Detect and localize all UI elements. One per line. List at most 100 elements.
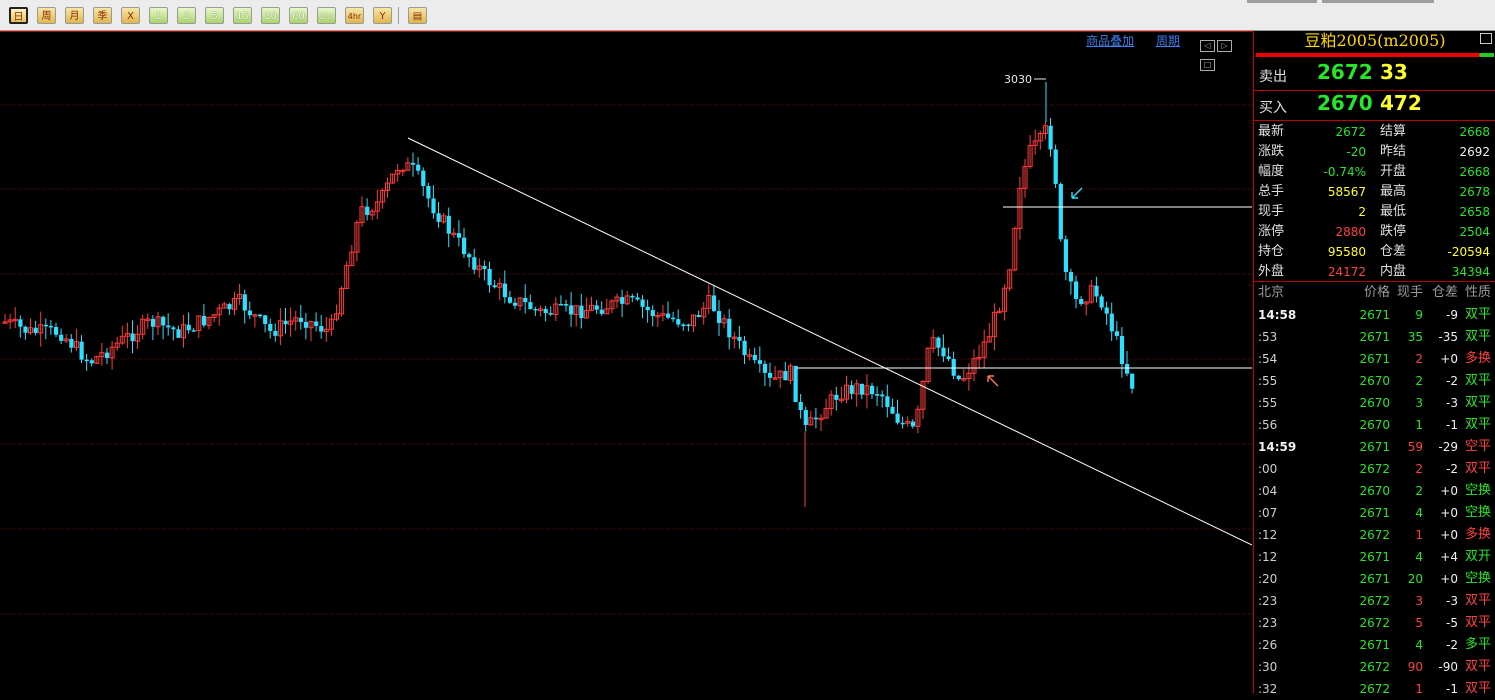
- tick-header: 北京 价格 现手 仓差 性质: [1254, 282, 1495, 304]
- scroll-left-icon[interactable]: ◁: [1200, 40, 1215, 52]
- period-link[interactable]: 周期: [1156, 34, 1180, 48]
- candle-body: [859, 383, 864, 395]
- tick-price: 2672: [1359, 528, 1390, 542]
- period-button-8[interactable]: 15: [233, 7, 252, 24]
- tick-row[interactable]: :26 2671 4 -2 多平: [1254, 634, 1495, 656]
- tick-time: :20: [1258, 572, 1278, 586]
- candle-body: [69, 338, 74, 348]
- candle-body: [314, 321, 319, 326]
- candle-body: [482, 265, 487, 269]
- candle-body: [502, 283, 507, 298]
- tick-row[interactable]: :56 2670 1 -1 双平: [1254, 414, 1495, 436]
- period-button-7[interactable]: 5: [205, 7, 224, 24]
- stat-value: 24172: [1327, 265, 1366, 279]
- period-button-13[interactable]: Y: [373, 7, 392, 24]
- candle-body: [630, 295, 635, 298]
- candlestick-chart[interactable]: 3030 商品叠加 周期 ◁ ▷□: [0, 31, 1252, 694]
- maximize-icon[interactable]: □: [1200, 59, 1215, 71]
- tick-time: :12: [1258, 550, 1278, 564]
- tick-row[interactable]: :04 2670 2 +0 空换: [1254, 480, 1495, 502]
- tick-row[interactable]: :20 2671 20 +0 空换: [1254, 568, 1495, 590]
- tick-time: :54: [1258, 352, 1278, 366]
- tick-row[interactable]: :23 2672 5 -5 双平: [1254, 612, 1495, 634]
- period-button-4[interactable]: X: [121, 7, 140, 24]
- tick-row[interactable]: :07 2671 4 +0 空换: [1254, 502, 1495, 524]
- candle-body: [472, 257, 477, 270]
- tick-row[interactable]: :55 2670 3 -3 双平: [1254, 392, 1495, 414]
- tick-type: 双平: [1464, 307, 1491, 322]
- candle-body: [426, 185, 431, 199]
- tick-type: 空平: [1464, 439, 1491, 454]
- chart-settings-button[interactable]: ▤: [408, 7, 427, 24]
- tick-time: :30: [1258, 660, 1278, 674]
- candle-body: [900, 422, 905, 425]
- stat-label: 仓差: [1380, 244, 1407, 259]
- tick-row[interactable]: :55 2670 2 -2 双平: [1254, 370, 1495, 392]
- candle-body: [1068, 272, 1074, 282]
- period-button-0[interactable]: 日: [9, 7, 28, 24]
- candle-body: [446, 215, 451, 234]
- candle-body: [620, 297, 625, 304]
- tick-price: 2670: [1359, 374, 1390, 388]
- tick-time: :00: [1258, 462, 1278, 476]
- candle-body: [303, 321, 309, 328]
- candle-body: [834, 394, 839, 400]
- candle-body: [298, 317, 303, 322]
- chart-settings-icon: ▤: [412, 11, 423, 22]
- tick-row[interactable]: :30 2672 90 -90 双平: [1254, 656, 1495, 678]
- period-button-11[interactable]: 2hr: [317, 7, 336, 24]
- stat-row: 仓差 -20594: [1380, 242, 1490, 262]
- candle-body: [594, 305, 599, 310]
- tick-time: :26: [1258, 638, 1278, 652]
- period-button-5[interactable]: 1: [149, 7, 168, 24]
- tick-row[interactable]: :23 2672 3 -3 双平: [1254, 590, 1495, 612]
- tick-row[interactable]: 14:59 2671 59 -29 空平: [1254, 436, 1495, 458]
- period-button-3[interactable]: 季: [93, 7, 112, 24]
- tick-price: 2672: [1359, 462, 1390, 476]
- stat-row: 最低 2658: [1380, 202, 1490, 222]
- tick-row[interactable]: :53 2671 35 -35 双平: [1254, 326, 1495, 348]
- scroll-right-icon[interactable]: ▷: [1217, 40, 1232, 52]
- candle-body: [431, 198, 436, 214]
- period-button-10[interactable]: 60: [289, 7, 308, 24]
- tick-oi-change: -3: [1446, 396, 1458, 410]
- tick-price: 2671: [1359, 308, 1390, 322]
- candle-body: [742, 340, 747, 356]
- period-button-12[interactable]: 4hr: [345, 7, 364, 24]
- stat-label: 最高: [1380, 184, 1407, 199]
- stat-value: 2: [1358, 205, 1366, 219]
- stat-label: 总手: [1258, 184, 1285, 199]
- bid-label: 买入: [1259, 100, 1287, 116]
- tick-volume: 2: [1415, 462, 1423, 476]
- tick-row[interactable]: :54 2671 2 +0 多换: [1254, 348, 1495, 370]
- tick-volume: 1: [1415, 682, 1423, 696]
- stat-row: 涨跌 -20: [1258, 142, 1366, 162]
- stat-value: 2880: [1335, 225, 1366, 239]
- overlay-link[interactable]: 商品叠加: [1086, 34, 1134, 48]
- candle-body: [487, 268, 492, 286]
- candle-body: [798, 401, 803, 411]
- tick-row[interactable]: :12 2671 4 +4 双开: [1254, 546, 1495, 568]
- tick-row[interactable]: :00 2672 2 -2 双平: [1254, 458, 1495, 480]
- tick-volume: 3: [1415, 594, 1423, 608]
- tick-price: 2671: [1359, 550, 1390, 564]
- candle-body: [513, 302, 518, 306]
- candlestick-canvas[interactable]: 3030: [0, 32, 1252, 694]
- candle-body: [227, 304, 232, 310]
- tick-row[interactable]: :12 2672 1 +0 多换: [1254, 524, 1495, 546]
- period-button-2[interactable]: 月: [65, 7, 84, 24]
- period-button-6[interactable]: 3: [177, 7, 196, 24]
- stat-label: 外盘: [1258, 264, 1285, 279]
- tick-type: 空换: [1464, 483, 1491, 498]
- tick-oi-change: +0: [1440, 484, 1458, 498]
- period-button-1[interactable]: 周: [37, 7, 56, 24]
- tick-oi-change: -9: [1446, 308, 1458, 322]
- tick-row[interactable]: :32 2672 1 -1 双平: [1254, 678, 1495, 700]
- tick-volume: 4: [1415, 506, 1423, 520]
- panel-toggle-icon[interactable]: [1480, 33, 1492, 44]
- tick-row[interactable]: 14:58 2671 9 -9 双平: [1254, 304, 1495, 326]
- toolbar-separator: [398, 7, 399, 24]
- tick-header-price: 价格: [1363, 285, 1390, 300]
- stat-row: 幅度 -0.74%: [1258, 162, 1366, 182]
- period-button-9[interactable]: 30: [261, 7, 280, 24]
